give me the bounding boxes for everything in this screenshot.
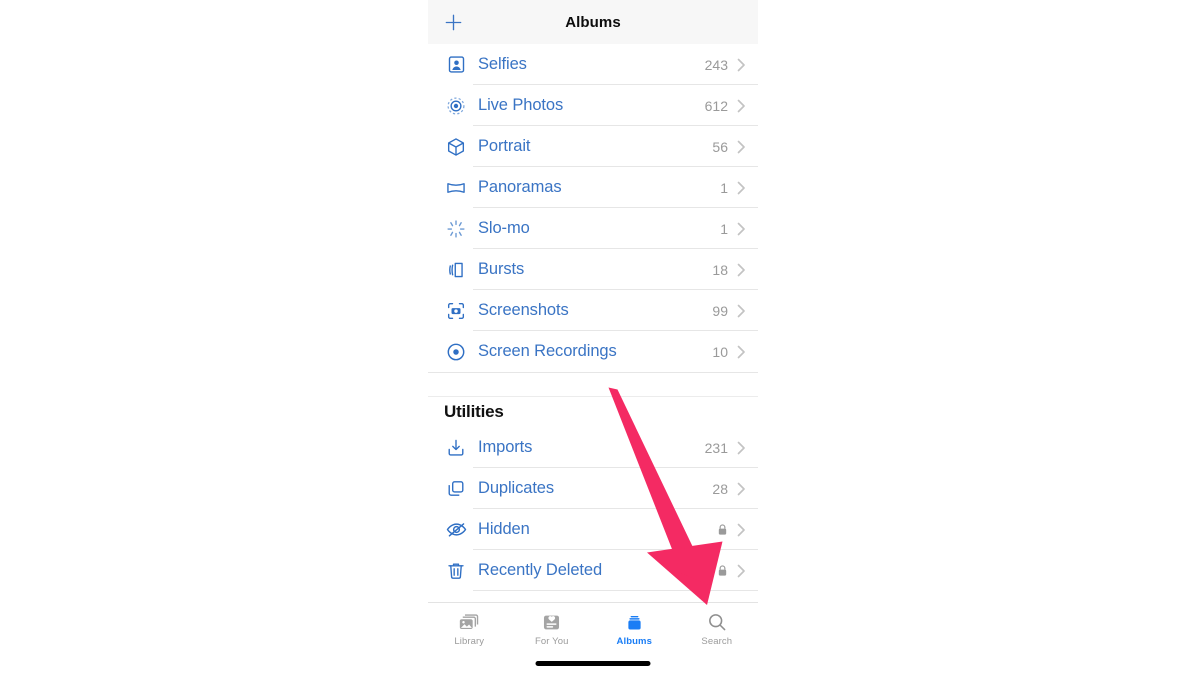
album-row-portrait[interactable]: Portrait 56 bbox=[428, 126, 758, 167]
album-label: Recently Deleted bbox=[478, 561, 603, 579]
album-row-duplicates[interactable]: Duplicates 28 bbox=[428, 468, 758, 509]
screen-recordings-icon bbox=[444, 340, 468, 364]
chevron-right-icon bbox=[737, 58, 746, 72]
album-count: 10 bbox=[712, 343, 728, 360]
bursts-icon bbox=[444, 258, 468, 282]
utilities-list: Imports 231 Duplicates 28 Hidden Recentl… bbox=[428, 427, 758, 591]
tab-bar: Library For You Albums Search bbox=[428, 602, 758, 675]
tab-label: Library bbox=[454, 636, 485, 647]
chevron-right-icon bbox=[737, 564, 746, 578]
album-count: 243 bbox=[704, 56, 728, 73]
row-separator bbox=[473, 590, 758, 591]
album-label: Hidden bbox=[478, 520, 530, 538]
tab-label: Search bbox=[701, 636, 733, 647]
album-row-imports[interactable]: Imports 231 bbox=[428, 427, 758, 468]
section-separator-top bbox=[428, 372, 758, 373]
section-header-utilities: Utilities bbox=[428, 397, 758, 427]
screenshots-icon bbox=[444, 299, 468, 323]
chevron-right-icon bbox=[737, 140, 746, 154]
portrait-icon bbox=[444, 135, 468, 159]
tab-label: For You bbox=[535, 636, 569, 647]
search-icon bbox=[704, 610, 730, 634]
trash-icon bbox=[444, 559, 468, 583]
album-label: Screen Recordings bbox=[478, 342, 617, 360]
phone-screen: Albums Selfies 243 Live Photos 612 Portr… bbox=[428, 0, 758, 675]
album-count: 99 bbox=[712, 302, 728, 319]
album-row-slo-mo[interactable]: Slo-mo 1 bbox=[428, 208, 758, 249]
slo-mo-icon bbox=[444, 217, 468, 241]
lock-icon bbox=[717, 564, 728, 577]
home-indicator bbox=[535, 661, 651, 666]
chevron-right-icon bbox=[737, 482, 746, 496]
album-label: Bursts bbox=[478, 260, 525, 278]
panoramas-icon bbox=[444, 176, 468, 200]
media-types-list: Selfies 243 Live Photos 612 Portrait 56 … bbox=[428, 44, 758, 372]
lock-icon bbox=[717, 523, 728, 536]
album-row-screenshots[interactable]: Screenshots 99 bbox=[428, 290, 758, 331]
album-label: Duplicates bbox=[478, 479, 555, 497]
album-row-hidden[interactable]: Hidden bbox=[428, 509, 758, 550]
album-row-selfies[interactable]: Selfies 243 bbox=[428, 44, 758, 85]
hidden-icon bbox=[444, 518, 468, 542]
chevron-right-icon bbox=[737, 181, 746, 195]
chevron-right-icon bbox=[737, 345, 746, 359]
library-icon bbox=[456, 610, 482, 634]
imports-icon bbox=[444, 436, 468, 460]
duplicates-icon bbox=[444, 477, 468, 501]
tab-albums[interactable]: Albums bbox=[593, 610, 676, 647]
chevron-right-icon bbox=[737, 222, 746, 236]
album-count: 1 bbox=[720, 179, 728, 196]
tab-for-you[interactable]: For You bbox=[511, 610, 594, 647]
tab-library[interactable]: Library bbox=[428, 610, 511, 647]
album-row-bursts[interactable]: Bursts 18 bbox=[428, 249, 758, 290]
album-count: 231 bbox=[704, 439, 728, 456]
album-label: Live Photos bbox=[478, 96, 564, 114]
section-separator-bottom bbox=[428, 396, 758, 397]
album-label: Panoramas bbox=[478, 178, 562, 196]
album-count: 56 bbox=[712, 138, 728, 155]
chevron-right-icon bbox=[737, 304, 746, 318]
albums-icon bbox=[621, 610, 647, 634]
album-count: 612 bbox=[704, 97, 728, 114]
screenshot-canvas: Albums Selfies 243 Live Photos 612 Portr… bbox=[0, 0, 1200, 675]
chevron-right-icon bbox=[737, 523, 746, 537]
navigation-bar: Albums bbox=[428, 0, 758, 44]
album-row-recently-deleted[interactable]: Recently Deleted bbox=[428, 550, 758, 591]
chevron-right-icon bbox=[737, 99, 746, 113]
album-count: 1 bbox=[720, 220, 728, 237]
album-row-screen-recordings[interactable]: Screen Recordings 10 bbox=[428, 331, 758, 372]
album-label: Selfies bbox=[478, 55, 527, 73]
chevron-right-icon bbox=[737, 441, 746, 455]
album-label: Slo-mo bbox=[478, 219, 530, 237]
add-album-button[interactable] bbox=[442, 11, 464, 33]
album-count: 28 bbox=[712, 480, 728, 497]
chevron-right-icon bbox=[737, 263, 746, 277]
album-label: Screenshots bbox=[478, 301, 569, 319]
tab-label: Albums bbox=[616, 636, 652, 647]
page-title: Albums bbox=[565, 13, 621, 31]
for-you-icon bbox=[539, 610, 565, 634]
section-divider bbox=[428, 372, 758, 397]
album-count: 18 bbox=[712, 261, 728, 278]
album-label: Portrait bbox=[478, 137, 531, 155]
selfies-icon bbox=[444, 53, 468, 77]
album-row-live-photos[interactable]: Live Photos 612 bbox=[428, 85, 758, 126]
album-label: Imports bbox=[478, 438, 533, 456]
tab-search[interactable]: Search bbox=[676, 610, 759, 647]
album-row-panoramas[interactable]: Panoramas 1 bbox=[428, 167, 758, 208]
live-photos-icon bbox=[444, 94, 468, 118]
